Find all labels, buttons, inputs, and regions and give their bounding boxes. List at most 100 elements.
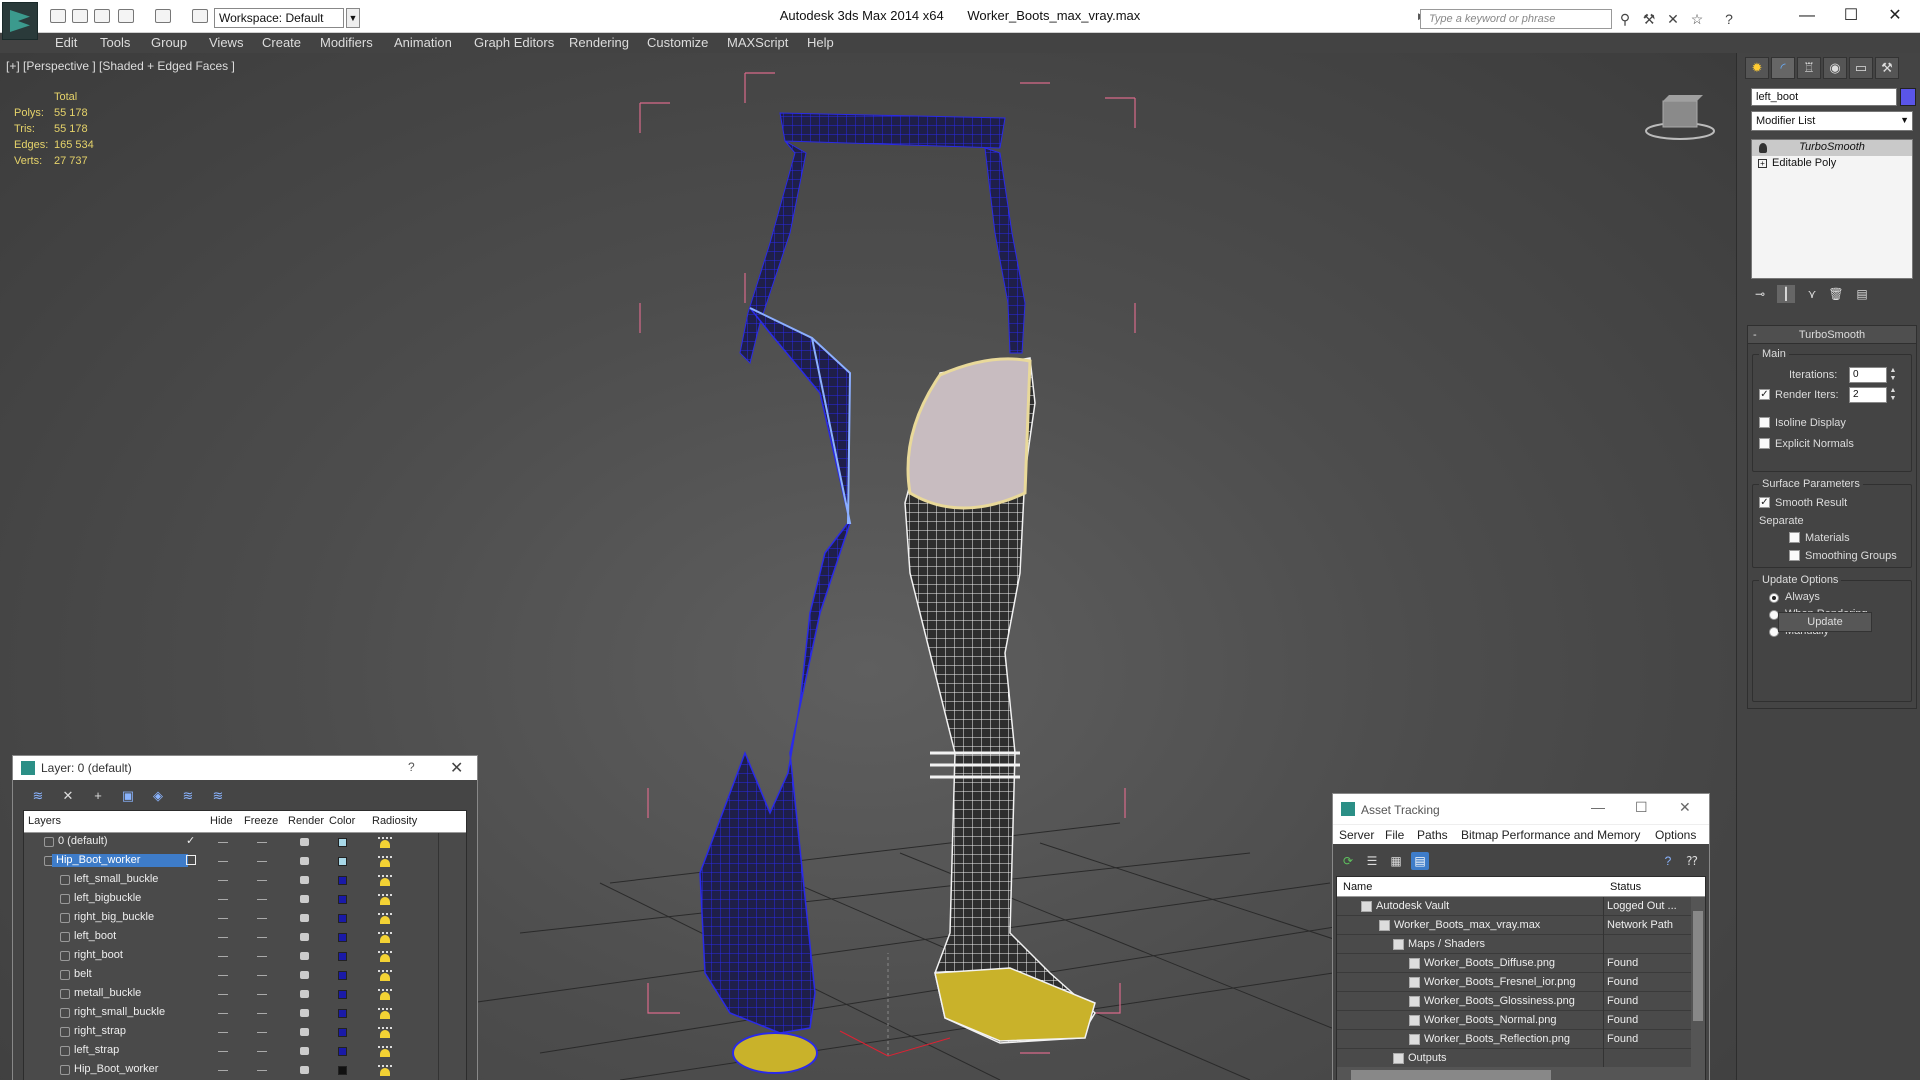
asset-vertical-scrollbar[interactable] — [1691, 897, 1705, 1080]
menu-views[interactable]: Views — [209, 35, 243, 50]
render-teapot-icon[interactable] — [300, 990, 309, 998]
app-logo-button[interactable] — [2, 2, 38, 40]
layer-row[interactable]: left_bigbuckle — [24, 890, 424, 909]
layer-name[interactable]: left_small_buckle — [74, 873, 158, 885]
modify-tab-icon[interactable]: ◜ — [1771, 57, 1795, 79]
layer-color-swatch[interactable] — [338, 857, 347, 866]
freeze-toggle[interactable] — [257, 1013, 267, 1014]
layer-name[interactable]: 0 (default) — [58, 835, 108, 847]
explicit-normals-checkbox[interactable] — [1759, 438, 1770, 449]
col-layers[interactable]: Layers — [28, 815, 61, 827]
layer-color-swatch[interactable] — [338, 876, 347, 885]
asset-maximize-button[interactable]: ☐ — [1635, 799, 1648, 816]
col-color[interactable]: Color — [329, 815, 355, 827]
asset-row[interactable]: Autodesk Vault Logged Out ... — [1337, 897, 1691, 916]
active-layer-check-icon[interactable]: ✓ — [186, 834, 195, 847]
configure-sets-icon[interactable]: ▤ — [1853, 285, 1871, 303]
smoothing-groups-checkbox[interactable] — [1789, 550, 1800, 561]
asset-row[interactable]: Outputs — [1337, 1049, 1691, 1068]
motion-tab-icon[interactable]: ◉ — [1823, 57, 1847, 79]
update-button[interactable]: Update — [1778, 612, 1872, 632]
list-view-icon[interactable]: ☰ — [1363, 852, 1381, 870]
radiosity-icon[interactable] — [378, 950, 392, 963]
menu-customize[interactable]: Customize — [647, 35, 708, 50]
render-teapot-icon[interactable] — [300, 1047, 309, 1055]
radiosity-icon[interactable] — [378, 855, 392, 868]
refresh-icon[interactable]: ⟳ — [1339, 852, 1357, 870]
layer-row[interactable]: right_big_buckle — [24, 909, 424, 928]
help-icon[interactable]: ? — [1720, 11, 1738, 27]
menu-animation[interactable]: Animation — [394, 35, 452, 50]
layer-row[interactable]: metall_buckle — [24, 985, 424, 1004]
layer-color-swatch[interactable] — [338, 838, 347, 847]
render-iters-spinner[interactable]: 2 — [1849, 387, 1887, 403]
hide-toggle[interactable] — [218, 899, 228, 900]
layer-help-button[interactable]: ? — [408, 760, 415, 774]
layer-color-swatch[interactable] — [338, 895, 347, 904]
render-teapot-icon[interactable] — [300, 857, 309, 865]
lightbulb-icon[interactable] — [1759, 143, 1767, 153]
layer-row[interactable]: belt — [24, 966, 424, 985]
layer-name[interactable]: left_strap — [74, 1044, 119, 1056]
asset-menu-bitmap-performance[interactable]: Bitmap Performance and Memory — [1461, 828, 1640, 842]
select-objects-icon[interactable]: ▣ — [119, 788, 137, 804]
materials-checkbox[interactable] — [1789, 532, 1800, 543]
maximize-button[interactable]: ☐ — [1828, 4, 1874, 28]
layer-window-titlebar[interactable]: Layer: 0 (default) ? ✕ — [13, 756, 477, 780]
layer-name[interactable]: right_boot — [74, 949, 123, 961]
layer-color-swatch[interactable] — [338, 933, 347, 942]
freeze-toggle[interactable] — [257, 937, 267, 938]
layer-row[interactable]: left_boot — [24, 928, 424, 947]
make-unique-icon[interactable]: ⋎ — [1803, 285, 1821, 303]
layer-name[interactable]: right_strap — [74, 1025, 126, 1037]
expand-icon[interactable]: + — [1758, 159, 1767, 168]
radiosity-icon[interactable] — [378, 988, 392, 1001]
render-teapot-icon[interactable] — [300, 914, 309, 922]
pin-stack-icon[interactable]: ⊸ — [1751, 285, 1769, 303]
asset-horizontal-scrollbar[interactable] — [1337, 1067, 1691, 1080]
menu-maxscript[interactable]: MAXScript — [727, 35, 788, 50]
hide-toggle[interactable] — [218, 1051, 228, 1052]
hide-toggle[interactable] — [218, 994, 228, 995]
radiosity-icon[interactable] — [378, 1007, 392, 1020]
render-teapot-icon[interactable] — [300, 971, 309, 979]
layer-name[interactable]: Hip_Boot_worker — [74, 1063, 158, 1075]
layer-name[interactable]: right_small_buckle — [74, 1006, 165, 1018]
set-active-layer-icon[interactable] — [186, 855, 196, 865]
layer-color-swatch[interactable] — [338, 990, 347, 999]
search-input[interactable]: Type a keyword or phrase — [1420, 9, 1612, 29]
add-to-layer-icon[interactable]: + — [89, 788, 107, 804]
col-hide[interactable]: Hide — [210, 815, 233, 827]
always-radio[interactable] — [1769, 593, 1779, 603]
render-teapot-icon[interactable] — [300, 1009, 309, 1017]
delete-layer-icon[interactable]: ✕ — [59, 788, 77, 804]
asset-row[interactable]: Worker_Boots_Glossiness.png Found — [1337, 992, 1691, 1011]
asset-help-icon[interactable]: ? — [1659, 852, 1677, 870]
layer-color-swatch[interactable] — [338, 914, 347, 923]
asset-row[interactable]: Worker_Boots_Fresnel_ior.png Found — [1337, 973, 1691, 992]
layer-manager-window[interactable]: Layer: 0 (default) ? ✕ ≋ ✕ + ▣ ◈ ≋ ≋ Lay… — [12, 755, 478, 1080]
render-teapot-icon[interactable] — [300, 952, 309, 960]
communication-icon[interactable]: ✕ — [1664, 11, 1682, 27]
asset-menu-paths[interactable]: Paths — [1417, 828, 1448, 842]
render-teapot-icon[interactable] — [300, 876, 309, 884]
stack-item-editable-poly[interactable]: + Editable Poly — [1752, 156, 1912, 172]
render-teapot-icon[interactable] — [300, 1066, 309, 1074]
perspective-viewport[interactable]: [+] [Perspective ] [Shaded + Edged Faces… — [0, 53, 1736, 1080]
menu-rendering[interactable]: Rendering — [569, 35, 629, 50]
create-layer-icon[interactable]: ≋ — [29, 788, 47, 804]
menu-edit[interactable]: Edit — [55, 35, 77, 50]
hide-toggle[interactable] — [218, 1032, 228, 1033]
hide-toggle[interactable] — [218, 918, 228, 919]
col-radiosity[interactable]: Radiosity — [372, 815, 417, 827]
hide-toggle[interactable] — [218, 880, 228, 881]
col-name[interactable]: Name — [1343, 881, 1372, 893]
radiosity-icon[interactable] — [378, 893, 392, 906]
layer-row[interactable]: right_small_buckle — [24, 1004, 424, 1023]
hide-toggle[interactable] — [218, 956, 228, 957]
layer-name[interactable]: left_boot — [74, 930, 116, 942]
layer-color-swatch[interactable] — [338, 971, 347, 980]
smooth-result-checkbox[interactable]: ✓ — [1759, 497, 1770, 508]
thumbnail-view-icon[interactable]: ▦ — [1387, 852, 1405, 870]
highlight-layer-icon[interactable]: ◈ — [149, 788, 167, 804]
